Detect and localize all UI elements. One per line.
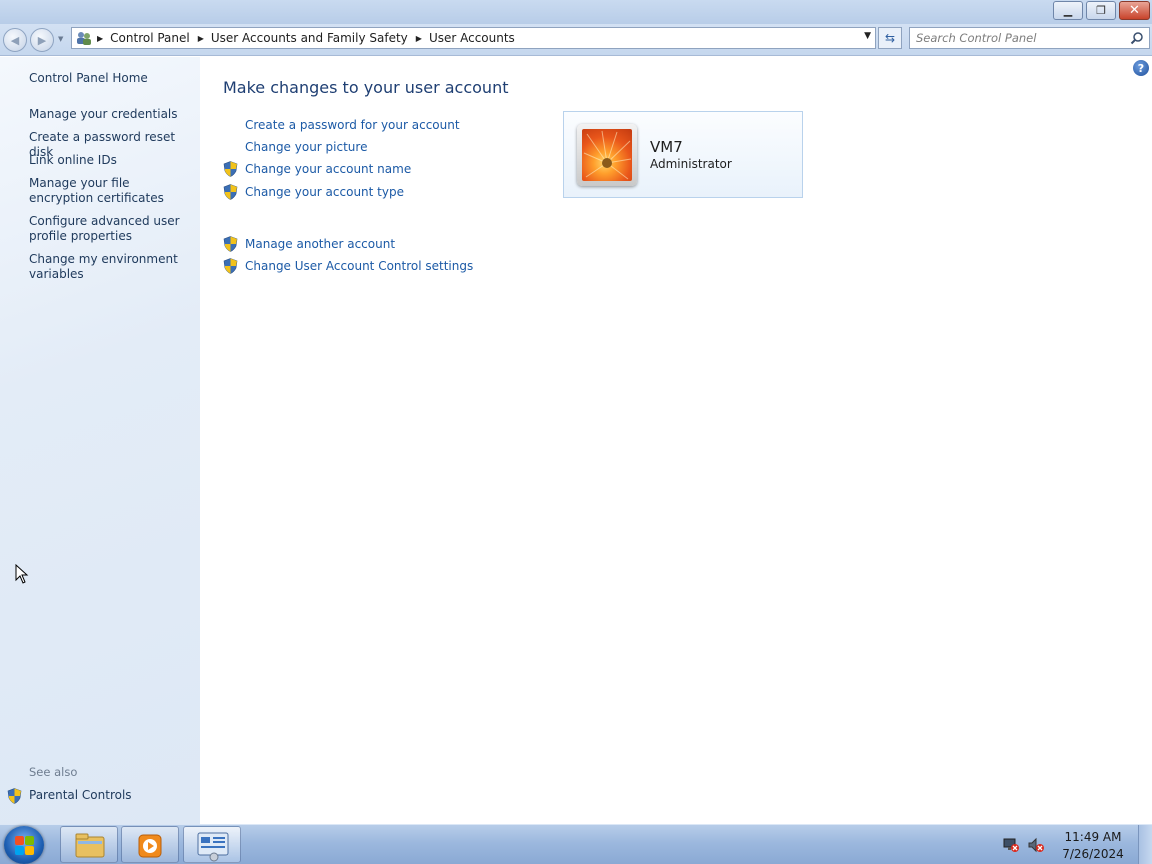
left-navigation-pane: Control Panel Home Manage your credentia… (0, 57, 200, 824)
close-icon: ✕ (1129, 3, 1140, 18)
windows-logo-icon (15, 836, 35, 856)
change-uac-settings-link[interactable]: Change User Account Control settings (245, 259, 473, 273)
avatar (582, 129, 632, 181)
avatar-frame (577, 124, 637, 186)
forward-arrow-icon: ▶ (37, 33, 47, 47)
network-error-icon[interactable] (1002, 837, 1020, 853)
control-panel-icon (197, 832, 229, 862)
taskbar-media-player-button[interactable] (121, 826, 179, 863)
breadcrumb-user-accounts-family-safety[interactable]: User Accounts and Family Safety (211, 31, 408, 45)
volume-muted-icon[interactable] (1027, 837, 1045, 853)
breadcrumb-separator-icon[interactable]: ▶ (416, 34, 422, 43)
close-button[interactable]: ✕ (1119, 1, 1150, 20)
recent-pages-dropdown-icon[interactable]: ▼ (58, 35, 63, 43)
change-account-type-link[interactable]: Change your account type (245, 185, 404, 199)
address-row: ◀ ▶ ▼ ▶ Control Panel ▶ User Accounts an… (0, 24, 1152, 56)
see-also-heading: See also (29, 765, 78, 779)
search-input[interactable] (916, 30, 1126, 46)
minimize-icon: ▁ (1063, 4, 1073, 17)
taskbar: 11:49 AM 7/26/2024 (0, 824, 1152, 864)
start-button[interactable] (4, 826, 44, 864)
breadcrumb-control-panel[interactable]: Control Panel (110, 31, 190, 45)
show-desktop-button[interactable] (1138, 825, 1152, 864)
taskbar-explorer-button[interactable] (60, 826, 118, 863)
sidebar-item-link-online-ids[interactable]: Link online IDs (29, 153, 189, 168)
sidebar-item-manage-credentials[interactable]: Manage your credentials (29, 107, 189, 122)
refresh-button[interactable]: ⇆ (878, 27, 902, 49)
control-panel-icon (77, 32, 91, 45)
control-panel-home-link[interactable]: Control Panel Home (29, 71, 189, 86)
taskbar-control-panel-button[interactable] (183, 826, 241, 863)
parental-controls-link[interactable]: Parental Controls (29, 788, 132, 802)
breadcrumb-separator-icon[interactable]: ▶ (198, 34, 204, 43)
uac-shield-icon (223, 236, 238, 252)
mouse-cursor-icon (15, 564, 29, 584)
help-button[interactable]: ? (1133, 60, 1149, 76)
restore-icon: ❐ (1096, 4, 1106, 17)
back-arrow-icon: ◀ (10, 33, 20, 47)
notification-area: 11:49 AM 7/26/2024 (994, 825, 1134, 864)
sidebar-item-advanced-profile-properties[interactable]: Configure advanced user profile properti… (29, 214, 189, 244)
breadcrumb-separator-icon[interactable]: ▶ (97, 34, 103, 43)
minimize-button[interactable]: ▁ (1053, 1, 1083, 20)
help-icon: ? (1137, 61, 1145, 75)
search-icon[interactable] (1130, 31, 1144, 45)
account-type: Administrator (650, 157, 732, 171)
page-title: Make changes to your user account (223, 78, 509, 97)
title-bar: ▁ ❐ ✕ (0, 0, 1152, 24)
uac-shield-icon (223, 161, 238, 177)
address-dropdown-icon[interactable]: ▼ (864, 31, 871, 41)
address-bar[interactable]: ▶ Control Panel ▶ User Accounts and Fami… (71, 27, 876, 49)
restore-button[interactable]: ❐ (1086, 1, 1116, 20)
uac-shield-icon (7, 788, 22, 804)
manage-another-account-link[interactable]: Manage another account (245, 237, 395, 251)
account-name: VM7 (650, 138, 683, 156)
change-account-name-link[interactable]: Change your account name (245, 162, 411, 176)
account-card: VM7 Administrator (563, 111, 803, 198)
uac-shield-icon (223, 184, 238, 200)
uac-shield-icon (223, 258, 238, 274)
forward-button[interactable]: ▶ (30, 28, 54, 52)
create-password-link[interactable]: Create a password for your account (245, 118, 460, 132)
clock-date[interactable]: 7/26/2024 (1058, 847, 1128, 861)
refresh-icon: ⇆ (884, 31, 896, 45)
breadcrumb-user-accounts[interactable]: User Accounts (429, 31, 515, 45)
folder-icon (75, 833, 105, 858)
search-box[interactable] (909, 27, 1150, 49)
change-picture-link[interactable]: Change your picture (245, 140, 367, 154)
breadcrumb: ▶ Control Panel ▶ User Accounts and Fami… (72, 28, 515, 48)
clock-time[interactable]: 11:49 AM (1058, 830, 1128, 844)
main-content-pane: ? Make changes to your user account Crea… (200, 57, 1152, 824)
back-button[interactable]: ◀ (3, 28, 27, 52)
media-player-icon (138, 834, 162, 858)
flower-picture-icon (583, 130, 632, 180)
sidebar-item-file-encryption-certificates[interactable]: Manage your file encryption certificates (29, 176, 189, 206)
sidebar-item-environment-variables[interactable]: Change my environment variables (29, 252, 189, 282)
